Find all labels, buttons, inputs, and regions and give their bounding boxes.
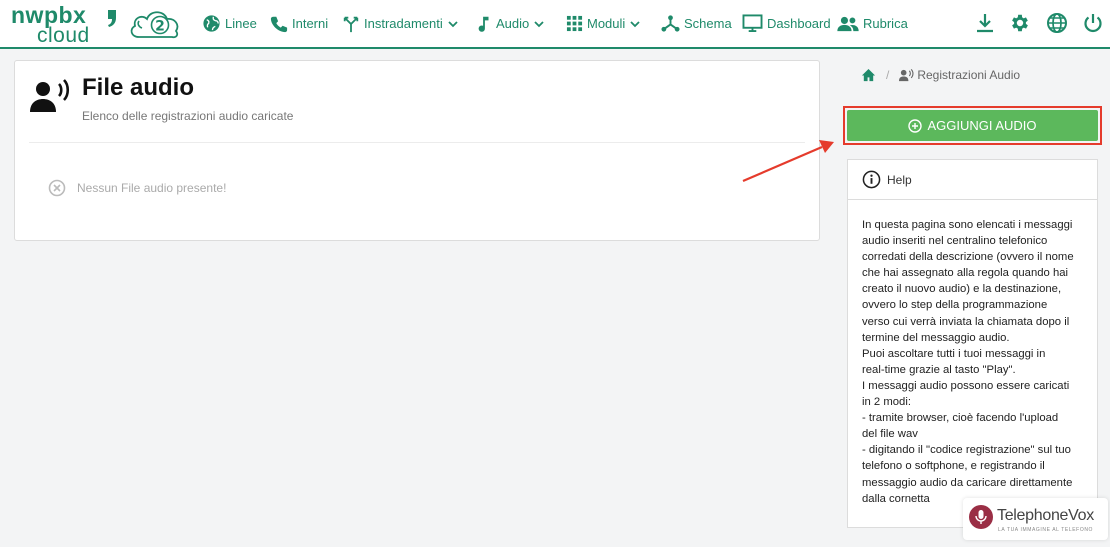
nav-instradamenti-label: Instradamenti (364, 16, 443, 31)
watermark-tagline: LA TUA IMMAGINE AL TELEFONO (998, 527, 1094, 533)
cloud-2-icon: 2 (130, 11, 179, 39)
add-audio-label: AGGIUNGI AUDIO (927, 118, 1037, 133)
microphone-badge-icon (969, 505, 993, 529)
divider (29, 142, 805, 143)
nav-rubrica-label: Rubrica (863, 16, 908, 31)
language-globe-icon[interactable] (1046, 12, 1068, 34)
nav-audio-label: Audio (496, 16, 530, 31)
logo-text-cloud: cloud (37, 24, 90, 47)
help-line: del file wav (862, 428, 918, 441)
top-navbar: nwpbx cloud 2 Linee Interni Instradament… (0, 0, 1110, 49)
nav-rubrica[interactable]: Rubrica (837, 0, 908, 47)
nav-schema[interactable]: Schema (661, 0, 732, 47)
help-line: creato il nuovo audio) e la destinazione… (862, 283, 1062, 296)
help-line: verso cui verrà inviata la chiamata dopo… (862, 315, 1070, 328)
help-line: termine del messaggio audio. (862, 331, 1010, 344)
download-icon[interactable] (974, 12, 996, 34)
voice-user-icon (30, 79, 70, 112)
telephonevox-watermark: TelephoneVox LA TUA IMMAGINE AL TELEFONO (963, 498, 1108, 540)
chevron-down-icon (448, 20, 458, 27)
help-text: In questa pagina sono elencati i messagg… (862, 217, 1087, 507)
plus-circle-icon (908, 118, 923, 133)
contacts-icon (837, 16, 859, 31)
logo-comma-icon (108, 10, 116, 27)
phone-icon (270, 16, 288, 32)
help-line: messaggio audio da caricare direttamente (862, 476, 1073, 489)
svg-text:2: 2 (155, 19, 165, 35)
routing-icon (343, 16, 359, 32)
nav-interni-label: Interni (292, 16, 329, 31)
chevron-down-icon (630, 20, 640, 27)
breadcrumb-current: Registrazioni Audio (917, 68, 1021, 82)
chevron-down-icon (534, 20, 544, 27)
help-line: in 2 modi: (862, 396, 911, 409)
empty-state-text: Nessun File audio presente! (77, 181, 227, 195)
nav-dashboard[interactable]: Dashboard (742, 0, 831, 47)
help-line: telefono o softphone, e registrando il (862, 460, 1045, 473)
help-line: I messaggi audio possono essere caricati (862, 379, 1070, 392)
help-line: - tramite browser, cioè facendo l'upload (862, 412, 1059, 425)
help-line: In questa pagina sono elencati i messagg… (862, 219, 1073, 231)
help-line: - digitando il "codice registrazione" su… (862, 444, 1071, 457)
breadcrumb-separator: / (886, 68, 890, 82)
help-header: Help (848, 160, 1097, 200)
help-line: audio inseriti nel centralino telefonico (862, 235, 1048, 248)
breadcrumb: / Registrazioni Audio (847, 60, 1097, 90)
nav-moduli[interactable]: Moduli (566, 0, 641, 47)
help-line: che hai assegnato alla regola quando hai (862, 267, 1069, 280)
music-note-icon (478, 16, 489, 32)
grid-icon (566, 15, 583, 32)
nav-interni[interactable]: Interni (270, 0, 328, 47)
nwpbx-logo[interactable]: nwpbx cloud (11, 2, 119, 47)
add-audio-highlight: AGGIUNGI AUDIO (843, 106, 1102, 145)
nav-audio[interactable]: Audio (476, 0, 545, 47)
monitor-icon (742, 14, 763, 33)
help-title: Help (887, 172, 912, 187)
audio-files-card: File audio Elenco delle registrazioni au… (14, 60, 820, 241)
nav-schema-label: Schema (684, 16, 732, 31)
help-panel: Help In questa pagina sono elencati i me… (847, 159, 1098, 528)
add-audio-button[interactable]: AGGIUNGI AUDIO (847, 110, 1098, 141)
gear-icon[interactable] (1009, 12, 1031, 34)
nav-linee[interactable]: Linee (202, 0, 257, 47)
home-icon[interactable] (861, 68, 876, 83)
page-subtitle: Elenco delle registrazioni audio caricat… (82, 109, 294, 123)
globe-icon (203, 15, 220, 32)
nav-instradamenti[interactable]: Instradamenti (342, 0, 459, 47)
nav-moduli-label: Moduli (587, 16, 626, 31)
circle-x-icon (48, 179, 66, 197)
voice-user-icon (899, 68, 914, 81)
power-icon[interactable] (1082, 12, 1104, 34)
page-title: File audio (82, 74, 195, 101)
watermark-brand: TelephoneVox (997, 507, 1094, 524)
nav-dashboard-label: Dashboard (767, 16, 831, 31)
help-line: ovvero lo step della programmazione (862, 299, 1048, 312)
help-line: real-time grazie al tasto "Play". (862, 363, 1016, 376)
info-icon (862, 170, 881, 189)
schema-icon (661, 15, 680, 32)
help-line: Puoi ascoltare tutti i tuoi messaggi in (862, 347, 1046, 360)
nav-linee-label: Linee (225, 16, 257, 31)
help-line: corredati della descrizione (ovvero il n… (862, 251, 1074, 264)
